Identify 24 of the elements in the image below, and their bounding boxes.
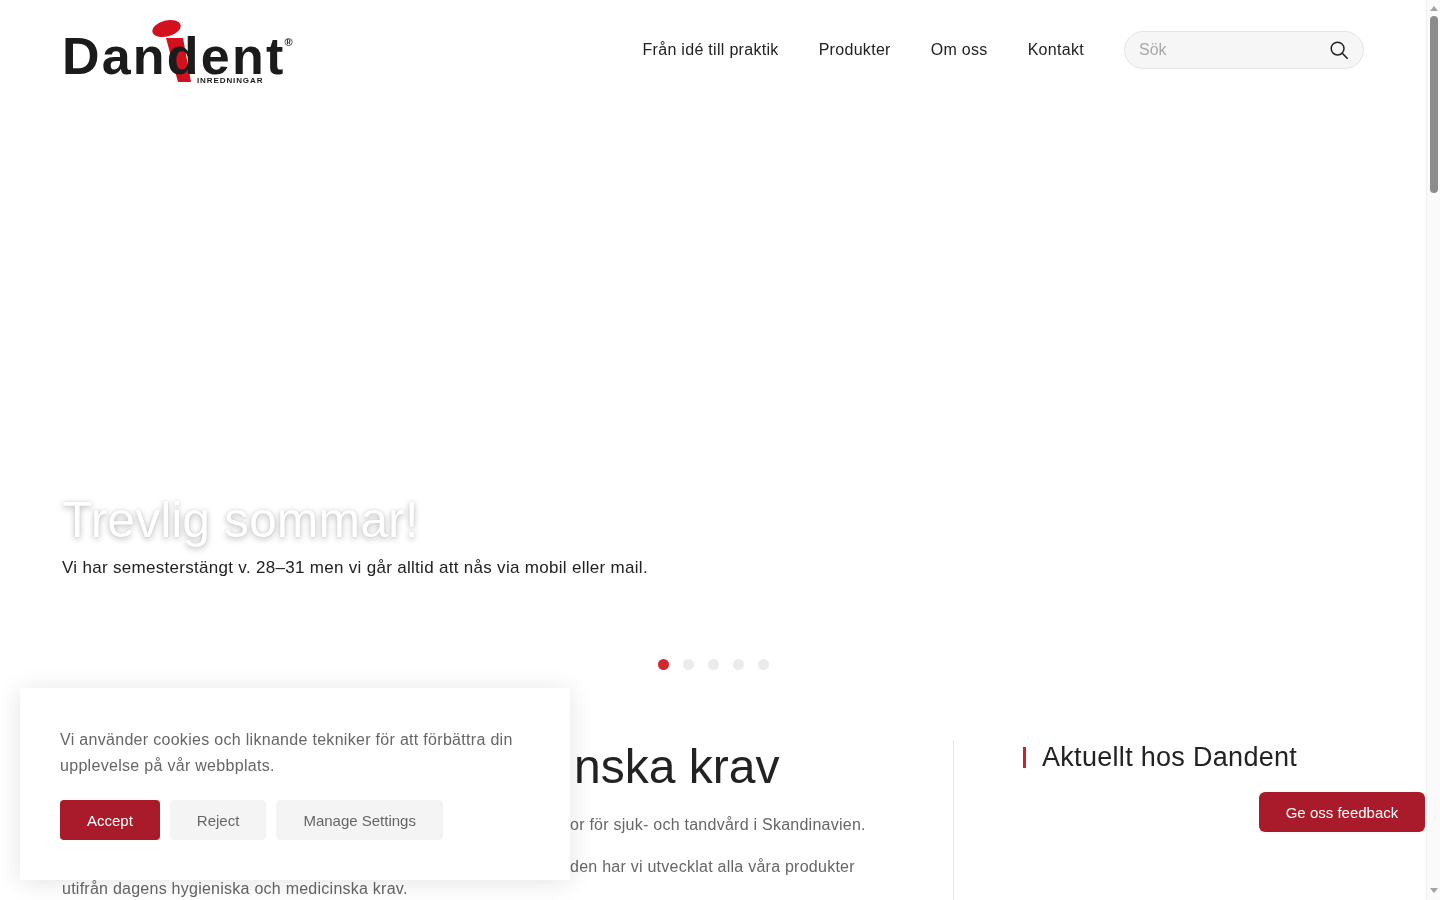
section-heading: nska krav xyxy=(574,740,780,794)
scrollbar[interactable] xyxy=(1426,0,1440,900)
nav-link[interactable]: Kontakt xyxy=(1027,40,1084,60)
scroll-up-icon[interactable] xyxy=(1429,6,1438,11)
cookie-option-button[interactable]: Manage Settings xyxy=(276,800,443,840)
cookie-option-button[interactable]: Reject xyxy=(169,800,267,840)
nav-link[interactable]: Från idé till praktik xyxy=(642,40,779,60)
body-text: utifrån dagens hygieniska och medicinska krav. xyxy=(62,879,408,899)
nav-link[interactable]: Om oss xyxy=(930,40,988,60)
search-field[interactable]: Sök xyxy=(1124,31,1364,69)
nav-link[interactable]: Produkter xyxy=(818,40,891,60)
hero-subtitle: Vi har semesterstängt v. 28–31 men vi går alltid att nås via mobil eller mail. xyxy=(62,557,648,579)
accept-button[interactable]: Accept xyxy=(60,800,160,840)
body-text: or för sjuk- och tandvård i Skandinavien. xyxy=(570,815,866,835)
news-heading: Aktuellt hos Dandent xyxy=(1042,741,1298,774)
carousel-dot[interactable] xyxy=(657,659,669,670)
body-text: den har vi utvecklat alla våra produkter xyxy=(570,857,855,877)
cookie-text: Vi använder cookies och liknande tekniker för att förbättra din upplevelse på vår webbplats. xyxy=(60,730,514,776)
accent-bar xyxy=(1023,746,1026,768)
registered-mark: ® xyxy=(284,37,293,48)
feedback-button[interactable]: Ge oss feedback xyxy=(1259,792,1425,832)
scroll-down-icon[interactable] xyxy=(1429,888,1438,893)
search-icon[interactable] xyxy=(1330,41,1348,59)
scrollbar-thumb[interactable] xyxy=(1429,16,1438,193)
